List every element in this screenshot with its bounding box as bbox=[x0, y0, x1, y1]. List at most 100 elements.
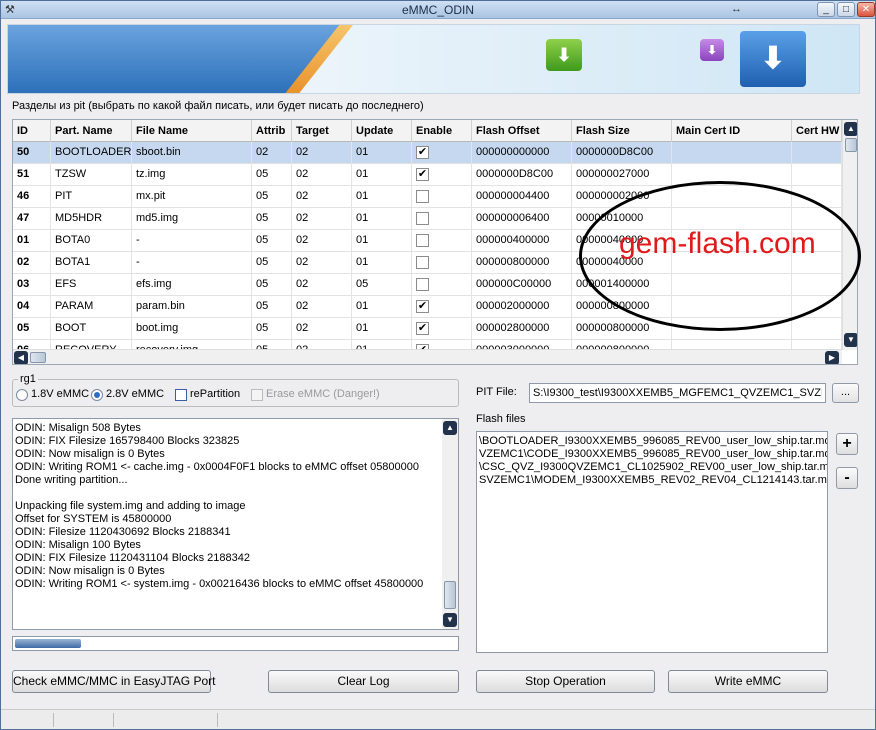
status-divider bbox=[113, 713, 114, 727]
log-scroll-thumb[interactable] bbox=[444, 581, 456, 609]
scroll-down-icon[interactable]: ▼ bbox=[844, 333, 857, 347]
column-header[interactable]: Main Cert ID bbox=[672, 120, 792, 142]
hscroll-thumb[interactable] bbox=[30, 352, 46, 363]
enable-checkbox[interactable] bbox=[416, 278, 429, 291]
add-file-button[interactable]: + bbox=[836, 433, 858, 455]
enable-checkbox[interactable] bbox=[416, 212, 429, 225]
cell-attrib: 05 bbox=[252, 208, 292, 230]
download-green-icon: ⬇ bbox=[546, 39, 582, 71]
enable-checkbox[interactable] bbox=[416, 190, 429, 203]
table-row[interactable]: 51 TZSW tz.img 05 02 01 ✔ 0000000D8C00 000000027… bbox=[13, 164, 842, 186]
cell-file: mx.pit bbox=[132, 186, 252, 208]
enable-checkbox[interactable]: ✔ bbox=[416, 146, 429, 159]
table-row[interactable]: 46 PIT mx.pit 05 02 01 000000004400 00000000200… bbox=[13, 186, 842, 208]
scroll-left-icon[interactable]: ◀ bbox=[14, 351, 28, 364]
enable-cell bbox=[412, 208, 472, 230]
cell-target: 02 bbox=[292, 142, 352, 164]
enable-checkbox[interactable]: ✔ bbox=[416, 300, 429, 313]
cell-target: 02 bbox=[292, 318, 352, 340]
table-row[interactable]: 02 BOTA1-05 02 01 000000800000 00000040000 bbox=[13, 252, 842, 274]
close-button[interactable]: ✕ bbox=[857, 2, 875, 17]
cell-empty bbox=[672, 142, 792, 164]
cell-update: 01 bbox=[352, 230, 412, 252]
column-header[interactable]: Attrib bbox=[252, 120, 292, 142]
remove-file-button[interactable]: - bbox=[836, 467, 858, 489]
download-purple-icon: ⬇ bbox=[700, 39, 724, 61]
flash-files-list[interactable]: \BOOTLOADER_I9300XXEMB5_996085_REV00_use… bbox=[476, 431, 828, 653]
flash-file-item[interactable]: VZEMC1\CODE_I9300XXEMB5_996085_REV00_use… bbox=[479, 448, 827, 461]
column-header[interactable]: Flash Size bbox=[572, 120, 672, 142]
cell-attrib: 05 bbox=[252, 164, 292, 186]
cell-part: PIT bbox=[51, 186, 132, 208]
log-scroll-down-icon[interactable]: ▼ bbox=[443, 613, 457, 627]
enable-checkbox[interactable]: ✔ bbox=[416, 168, 429, 181]
column-header[interactable]: Target bbox=[292, 120, 352, 142]
minimize-button[interactable]: _ bbox=[817, 2, 835, 17]
pit-file-input[interactable] bbox=[529, 383, 826, 403]
flash-file-item[interactable]: \BOOTLOADER_I9300XXEMB5_996085_REV00_use… bbox=[479, 435, 827, 448]
flash-files-label: Flash files bbox=[476, 413, 526, 425]
radio-1-8v[interactable] bbox=[16, 389, 28, 401]
enable-cell: ✔ bbox=[412, 318, 472, 340]
flash-file-item[interactable]: SVZEMC1\MODEM_I9300XXEMB5_REV02_REV04_CL… bbox=[479, 474, 827, 487]
column-header[interactable]: Update bbox=[352, 120, 412, 142]
cell-part: BOTA1 bbox=[51, 252, 132, 274]
options-group-label: rg1 bbox=[18, 373, 38, 385]
column-header[interactable]: Flash Offset bbox=[472, 120, 572, 142]
column-header[interactable]: Cert HW bbox=[792, 120, 842, 142]
erase-emmc-checkbox[interactable] bbox=[251, 389, 263, 401]
log-line: ODIN: Writing ROM1 <- system.img - 0x002… bbox=[15, 578, 424, 590]
status-divider bbox=[53, 713, 54, 727]
enable-checkbox[interactable] bbox=[416, 234, 429, 247]
table-horizontal-scrollbar[interactable]: ◀ ▶ bbox=[13, 349, 842, 364]
flash-file-item[interactable]: \CSC_QVZ_I9300QVZEMC1_CL1025902_REV00_us… bbox=[479, 461, 827, 474]
cell-offset: 000000400000 bbox=[472, 230, 572, 252]
partition-table[interactable]: ID Part. Name File Name Attrib Target Update E… bbox=[12, 119, 858, 365]
cell-file: tz.img bbox=[132, 164, 252, 186]
table-row[interactable]: 50 BOOTLOADER sboot.bin 02 02 01 ✔ 000000000000… bbox=[13, 142, 842, 164]
log-output[interactable]: ODIN: Misalign 508 Bytes ODIN: FIX Filesi… bbox=[12, 418, 459, 630]
scroll-thumb[interactable] bbox=[845, 138, 857, 152]
log-line: Done writing partition... bbox=[15, 474, 128, 486]
enable-checkbox[interactable]: ✔ bbox=[416, 322, 429, 335]
enable-cell bbox=[412, 274, 472, 296]
cell-target: 02 bbox=[292, 164, 352, 186]
cell-empty bbox=[792, 274, 842, 296]
radio-2-8v[interactable] bbox=[91, 389, 103, 401]
table-row[interactable]: 05 BOOT boot.img 05 02 01 ✔ 000002800000 0000008… bbox=[13, 318, 842, 340]
clear-log-button[interactable]: Clear Log bbox=[268, 670, 459, 693]
table-row[interactable]: 47 MD5HDR md5.img 05 02 01 000000006400 0000001… bbox=[13, 208, 842, 230]
cell-id: 01 bbox=[13, 230, 51, 252]
log-scrollbar[interactable]: ▲ ▼ bbox=[442, 419, 458, 629]
table-row[interactable]: 01 BOTA0-05 02 01 000000400000 00000040000 bbox=[13, 230, 842, 252]
table-row[interactable]: 03 EFS efs.img 05 02 05 000000C00000 0000014000… bbox=[13, 274, 842, 296]
cell-empty bbox=[792, 208, 842, 230]
table-vertical-scrollbar[interactable]: ▲ ▼ bbox=[842, 120, 857, 350]
cell-file: - bbox=[132, 230, 252, 252]
cell-empty bbox=[672, 296, 792, 318]
scroll-up-icon[interactable]: ▲ bbox=[844, 122, 857, 136]
stop-operation-button[interactable]: Stop Operation bbox=[476, 670, 655, 693]
cell-offset: 000000000000 bbox=[472, 142, 572, 164]
log-scroll-up-icon[interactable]: ▲ bbox=[443, 421, 457, 435]
cell-part: BOOT bbox=[51, 318, 132, 340]
table-row[interactable]: 04 PARAM param.bin 05 02 01 ✔ 000002000000 00000… bbox=[13, 296, 842, 318]
column-header[interactable]: ID bbox=[13, 120, 51, 142]
maximize-button[interactable]: □ bbox=[837, 2, 855, 17]
column-header[interactable]: File Name bbox=[132, 120, 252, 142]
repartition-checkbox[interactable] bbox=[175, 389, 187, 401]
cell-empty bbox=[672, 230, 792, 252]
write-emmc-button[interactable]: Write eMMC bbox=[668, 670, 828, 693]
check-emmc-button[interactable]: Check eMMC/MMC in EasyJTAG Port bbox=[12, 670, 215, 693]
scroll-right-icon[interactable]: ▶ bbox=[825, 351, 839, 364]
status-divider bbox=[217, 713, 218, 727]
cell-attrib: 05 bbox=[252, 296, 292, 318]
cell-id: 47 bbox=[13, 208, 51, 230]
cell-file: param.bin bbox=[132, 296, 252, 318]
cell-update: 01 bbox=[352, 296, 412, 318]
cell-size: 000000002000 bbox=[572, 186, 672, 208]
column-header[interactable]: Enable bbox=[412, 120, 472, 142]
pit-browse-button[interactable]: ... bbox=[832, 383, 859, 403]
column-header[interactable]: Part. Name bbox=[51, 120, 132, 142]
enable-checkbox[interactable] bbox=[416, 256, 429, 269]
